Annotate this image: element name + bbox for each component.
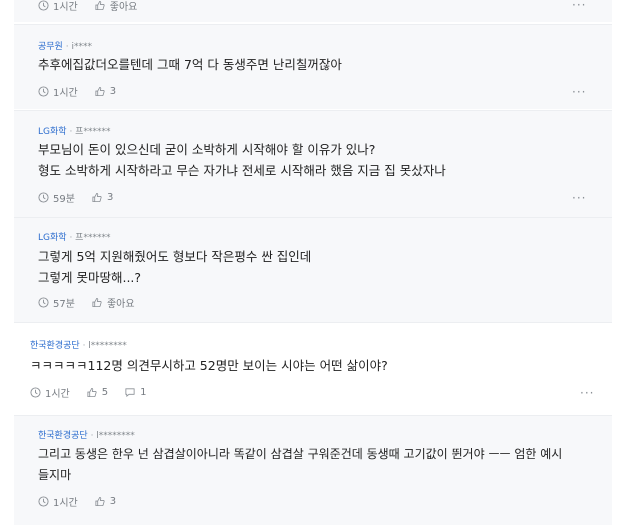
- like-button[interactable]: 5: [86, 387, 108, 398]
- timestamp: 57분: [38, 295, 75, 310]
- comment-item: 한국환경공단 · l******** ㅋㅋㅋㅋㅋ112명 의견무시하고 52명만…: [14, 323, 612, 415]
- clock-icon: [38, 0, 49, 11]
- more-options-button[interactable]: ···: [580, 386, 594, 400]
- like-button[interactable]: 3: [94, 496, 116, 507]
- more-options-button[interactable]: ···: [572, 0, 586, 12]
- timestamp: 1시간: [30, 385, 70, 400]
- comment-text: 그렇게 5억 지원해줬어도 형보다 작은평수 싼 집인데 그렇게 못마땅해...…: [38, 249, 312, 285]
- comment-author: 한국환경공단 · l********: [30, 341, 127, 351]
- clock-icon: [38, 192, 49, 203]
- author-id: 프******: [75, 127, 111, 137]
- author-id: i****: [71, 42, 92, 52]
- thumbs-up-icon: [95, 86, 105, 97]
- like-button[interactable]: 좋아요: [91, 295, 135, 310]
- comment-text: 그리고 동생은 한우 넌 삼겹살이아니라 똑같이 삼겹살 구워준건데 동생때 고…: [38, 447, 563, 482]
- thumbs-up-icon: [95, 496, 105, 507]
- comment-footer: 1시간 3: [38, 84, 132, 99]
- thumbs-up-icon: [87, 387, 97, 398]
- comment-author: LG화학 · 프******: [38, 233, 111, 243]
- comment-footer: 57분 좋아요: [38, 295, 151, 310]
- comment-author: LG화학 · 프******: [38, 127, 111, 137]
- like-button[interactable]: 3: [94, 86, 116, 97]
- like-button[interactable]: 3: [91, 192, 113, 203]
- comment-item: 공무원 · i**** 추후에집값더오를텐데 그때 7억 다 동생주면 난리칠꺼…: [14, 25, 612, 109]
- clock-icon: [38, 496, 49, 507]
- like-button[interactable]: 좋아요: [94, 0, 137, 13]
- author-id: l********: [96, 431, 135, 441]
- reply-button[interactable]: 1: [124, 387, 147, 398]
- author-org[interactable]: 한국환경공단: [30, 341, 80, 351]
- comment-text: ㅋㅋㅋㅋㅋ112명 의견무시하고 52명만 보이는 시야는 어떤 삶이야?: [30, 358, 388, 373]
- clock-icon: [38, 297, 49, 308]
- comment-author: 한국환경공단 · l********: [38, 431, 135, 441]
- author-org[interactable]: 공무원: [38, 42, 63, 52]
- author-org[interactable]: LG화학: [38, 233, 67, 243]
- more-options-button[interactable]: ···: [572, 85, 586, 99]
- comment-item: LG화학 · 프****** 그렇게 5억 지원해줬어도 형보다 작은평수 싼 …: [14, 218, 612, 322]
- comment-footer: 1시간 5 1: [30, 385, 163, 400]
- author-id: l********: [88, 341, 127, 351]
- timestamp: 1시간: [38, 84, 78, 99]
- speech-bubble-icon: [125, 388, 135, 398]
- thumbs-up-icon: [92, 297, 102, 308]
- more-options-button[interactable]: ···: [572, 191, 586, 205]
- comment-author: 공무원 · i****: [38, 42, 92, 52]
- author-org[interactable]: LG화학: [38, 127, 67, 137]
- thumbs-up-icon: [95, 0, 105, 11]
- comment-footer: 59분 3: [38, 190, 129, 205]
- timestamp: 59분: [38, 190, 75, 205]
- author-id: 프******: [75, 233, 111, 243]
- clock-icon: [30, 387, 41, 398]
- timestamp: 1시간: [38, 494, 78, 509]
- comment-text: 추후에집값더오를텐데 그때 7억 다 동생주면 난리칠꺼잖아: [38, 57, 342, 72]
- timestamp: 1시간: [38, 0, 78, 13]
- clock-icon: [38, 86, 49, 97]
- thumbs-up-icon: [92, 192, 102, 203]
- comment-item: 한국환경공단 · l******** 그리고 동생은 한우 넌 삼겹살이아니라 …: [14, 416, 612, 525]
- comment-text: 부모님이 돈이 있으신데 굳이 소박하게 시작해야 할 이유가 있나? 형도 소…: [38, 142, 446, 178]
- comment-thread: 1시간 좋아요 ··· 공무원 · i**** 추후에집값더오를텐데 그때 7억…: [0, 0, 640, 525]
- comment-item: LG화학 · 프****** 부모님이 돈이 있으신데 굳이 소박하게 시작해야…: [14, 111, 612, 217]
- comment-footer: 1시간 좋아요: [38, 0, 153, 13]
- author-org[interactable]: 한국환경공단: [38, 431, 88, 441]
- comment-footer: 1시간 3: [38, 494, 132, 509]
- comment-item: 1시간 좋아요 ···: [14, 0, 612, 22]
